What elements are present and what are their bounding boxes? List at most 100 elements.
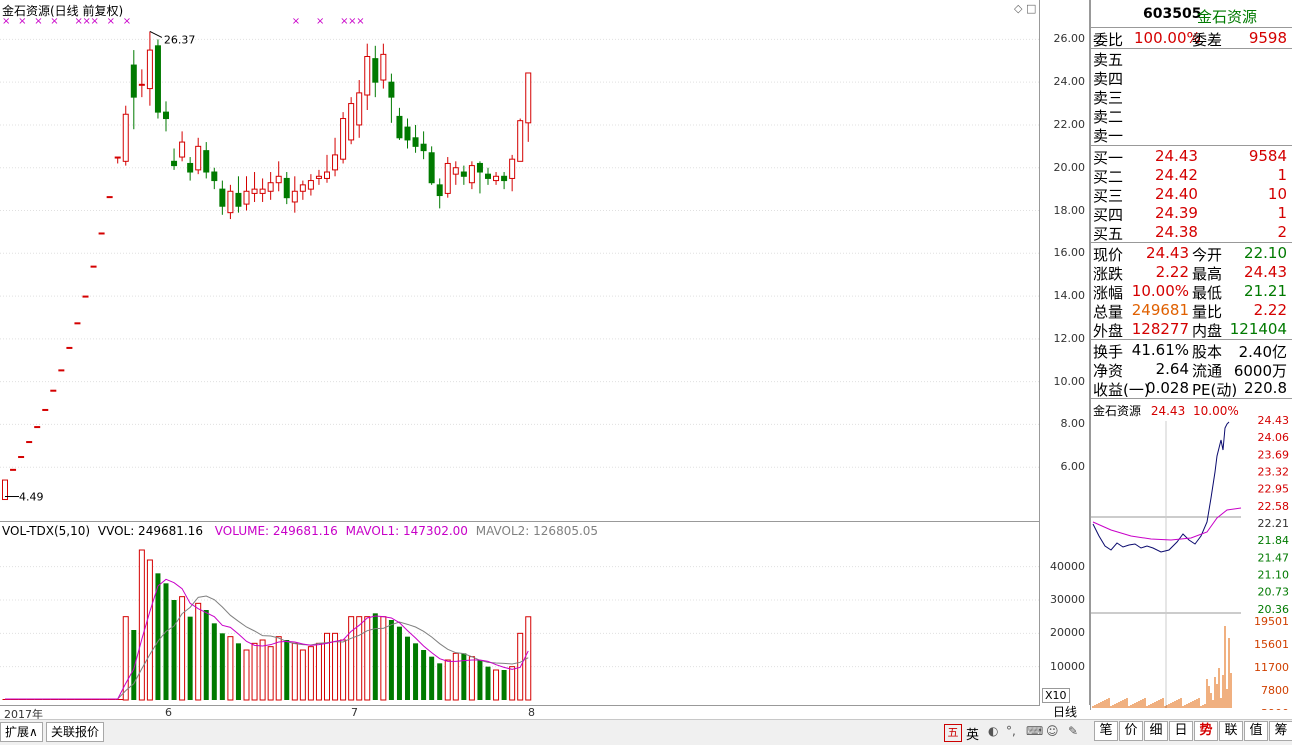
candle (146, 31, 153, 106)
event-marker: × (316, 16, 324, 27)
max-price-label: 26.37 (164, 33, 196, 46)
candle (388, 73, 395, 123)
weibi-row: 委比 100.00% 委差 9598 (1091, 29, 1292, 49)
candle (468, 161, 475, 190)
intraday-chart[interactable]: 金石资源 24.43 10.00% 24.43 24.06 23.69 23.32 22… (1090, 400, 1292, 710)
intraday-price-tick: 23.32 (1258, 466, 1290, 479)
buy-row[interactable]: 买二 24.42 1 (1091, 166, 1292, 186)
candle-body (42, 408, 49, 411)
right-tab[interactable]: 值 (1244, 721, 1268, 741)
candle-body (187, 162, 194, 173)
candle (444, 157, 451, 198)
candle (195, 137, 202, 175)
candle-body (517, 120, 524, 162)
sell-label: 卖一 (1093, 127, 1124, 145)
ime-english-icon[interactable]: 英 (966, 724, 979, 743)
candle (291, 176, 298, 213)
candle-body (50, 389, 57, 392)
right-tab[interactable]: 价 (1119, 721, 1143, 741)
stat-label: 换手 (1093, 343, 1124, 361)
buy-row[interactable]: 买三 24.40 10 (1091, 185, 1292, 205)
candle-body (235, 192, 242, 207)
stat-row: 涨幅 10.00% 最低 21.21 (1091, 282, 1292, 302)
event-marker: × (123, 16, 131, 27)
buy-label: 买四 (1093, 206, 1124, 224)
volume-bar (493, 669, 500, 701)
candle-body (324, 171, 330, 179)
keyboard-icon[interactable]: ⌨ (1026, 724, 1043, 738)
right-tab[interactable]: 日 (1169, 721, 1193, 741)
volume-chart[interactable]: VOL-TDX(5,10) VVOL: 249681.16 VOLUME: 24… (0, 522, 1040, 705)
candle (138, 69, 145, 98)
moon-icon[interactable]: ◐ (988, 724, 998, 738)
right-tab[interactable]: 细 (1144, 721, 1168, 741)
candle (122, 105, 129, 166)
event-marker: × (292, 16, 300, 27)
volume-bar (413, 643, 419, 700)
volume-bar (259, 639, 266, 701)
candle-body (476, 162, 483, 173)
candle-body (307, 180, 314, 190)
max-pointer (149, 31, 163, 38)
volume-bar (138, 549, 145, 701)
kline-chart[interactable]: 金石资源(日线 前复权) ◇ □ × × × × × × × × × × × × × × 26.37 4.49 (0, 0, 1040, 522)
right-tab[interactable]: 筹 (1269, 721, 1292, 741)
candle (517, 118, 524, 162)
stat-value: 128277 (1131, 320, 1189, 338)
volume-bar (251, 642, 258, 701)
date-axis: 2017年 6 7 8 (0, 705, 1040, 721)
volume-bar (299, 649, 306, 701)
volume-bar (421, 650, 427, 700)
expand-tab[interactable]: 扩展∧ (0, 722, 43, 742)
right-tab[interactable]: 联 (1219, 721, 1243, 741)
buy-row[interactable]: 买四 24.39 1 (1091, 204, 1292, 224)
punctuation-icon[interactable]: °, (1006, 724, 1016, 738)
buy-price: 24.43 (1155, 147, 1198, 165)
period-label[interactable]: 日线 (1040, 705, 1090, 719)
candle (307, 174, 314, 196)
candle (420, 131, 427, 160)
buy-price: 24.42 (1155, 166, 1198, 184)
volume-bar (356, 616, 363, 701)
volume-bar (468, 656, 475, 701)
candle-body (34, 426, 41, 429)
candle-body (283, 177, 290, 199)
candle (476, 161, 483, 194)
right-tab[interactable]: 势 (1194, 721, 1218, 741)
wrench-icon[interactable]: ✎ (1068, 724, 1078, 738)
stat-value: 21.21 (1244, 282, 1287, 300)
candle (243, 176, 250, 211)
candle-body (525, 72, 532, 124)
related-quote-tab[interactable]: 关联报价 (46, 722, 105, 742)
candle-body (122, 113, 129, 162)
stat-row: 收益(一) 0.028 PE(动) 220.8 (1091, 379, 1292, 399)
volume-bar (348, 616, 355, 701)
candle (267, 172, 274, 200)
candle (372, 45, 379, 98)
ime-five-icon[interactable]: 五 (944, 724, 962, 742)
stat-row: 换手 41.61% 股本 2.40亿 (1091, 341, 1292, 361)
buy-price: 24.40 (1155, 185, 1198, 203)
event-marker: × (34, 16, 42, 27)
stat-value: 220.8 (1244, 379, 1287, 397)
stock-name: 金石资源 (1197, 8, 1258, 26)
volume-bar (444, 659, 451, 701)
candle-body (299, 184, 306, 192)
buy-row[interactable]: 买五 24.38 2 (1091, 223, 1292, 243)
candle (179, 131, 186, 162)
candle-body (412, 137, 419, 147)
price-tick: 16.00 (1053, 246, 1086, 260)
candle-body (74, 322, 81, 325)
buy-row[interactable]: 买一 24.43 9584 (1091, 147, 1292, 167)
candle (493, 172, 500, 185)
candle-body (66, 346, 73, 349)
user-icon[interactable]: ☺ (1046, 724, 1059, 738)
right-tab[interactable]: 笔 (1094, 721, 1118, 741)
candle-body (219, 188, 226, 207)
stat-value: 41.61% (1131, 341, 1189, 359)
price-tick: 14.00 (1053, 289, 1086, 303)
volume-bar (219, 633, 225, 700)
candle (460, 165, 467, 185)
candle (235, 176, 242, 213)
intraday-price-tick: 23.69 (1258, 448, 1290, 461)
